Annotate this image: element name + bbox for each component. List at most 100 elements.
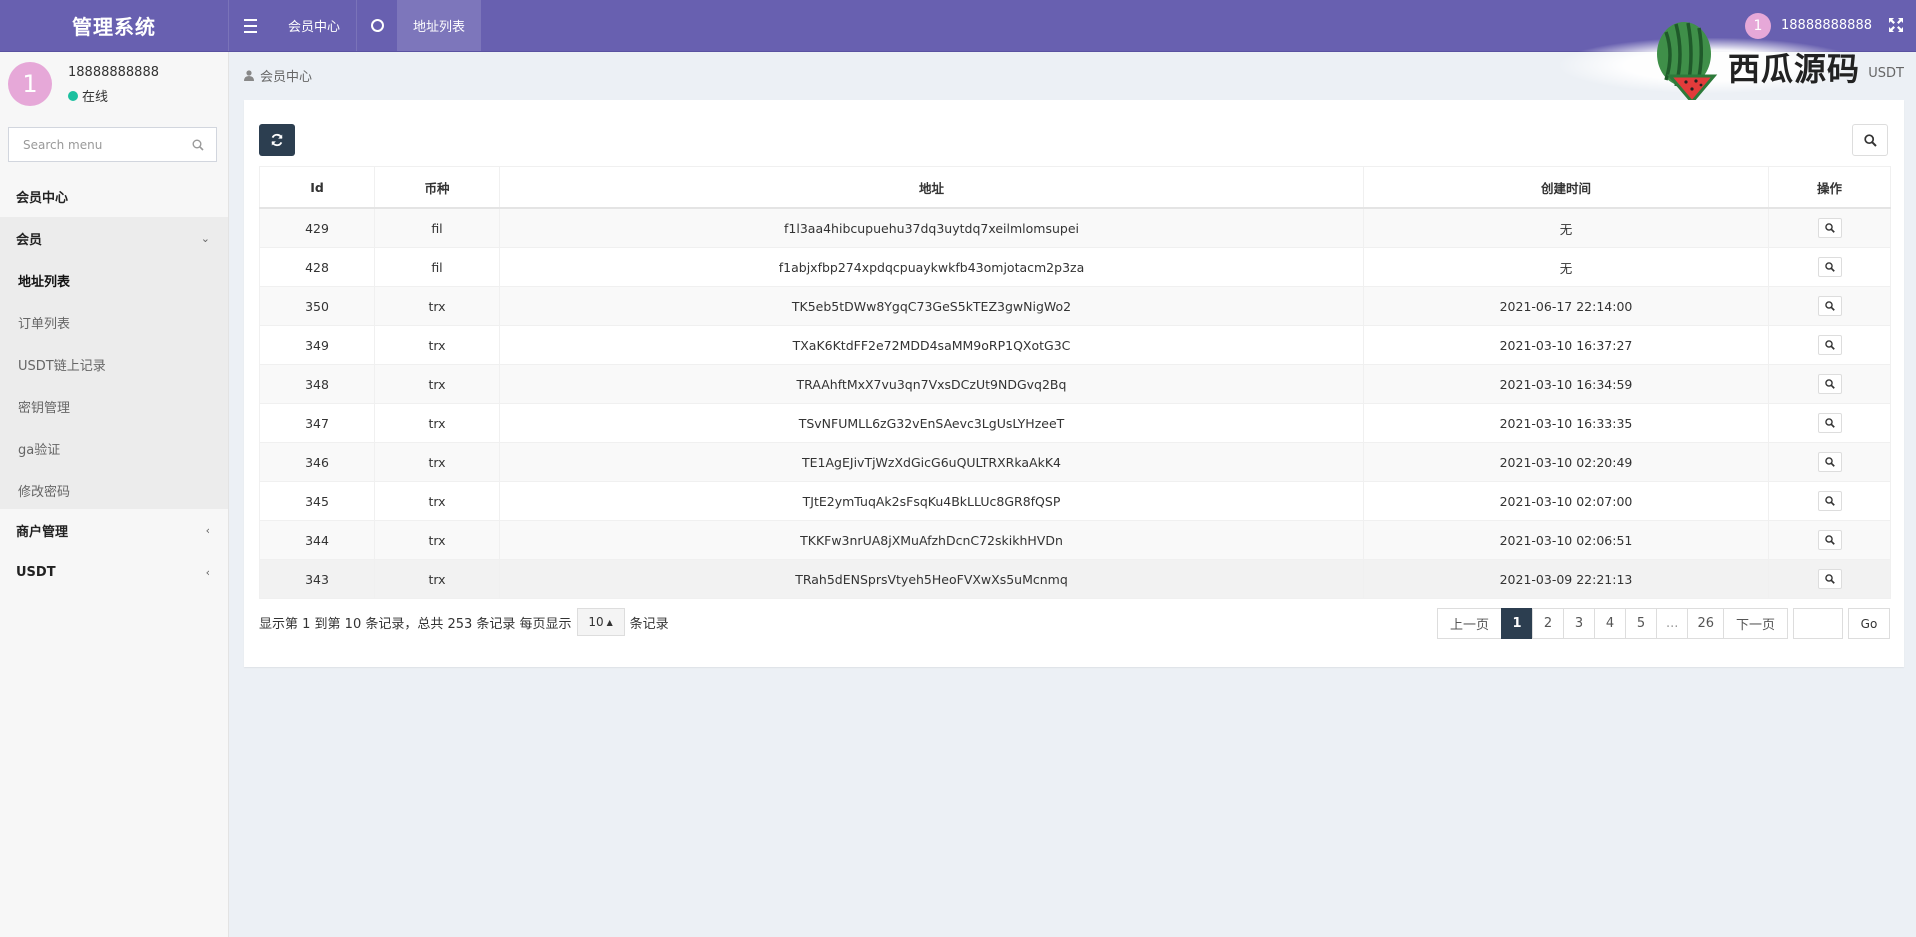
go-button[interactable]: Go xyxy=(1848,608,1890,639)
sidebar-item-address-list[interactable]: 地址列表 xyxy=(0,259,228,301)
cell-id: 343 xyxy=(259,559,375,599)
cell-created-time: 无 xyxy=(1363,247,1769,287)
sidebar-item-usdt-chain-records[interactable]: USDT链上记录 xyxy=(0,343,228,385)
view-button[interactable] xyxy=(1817,530,1842,550)
fullscreen-icon[interactable] xyxy=(1888,17,1904,33)
view-button[interactable] xyxy=(1817,218,1842,238)
cell-id: 348 xyxy=(259,364,375,404)
cell-actions xyxy=(1768,247,1891,287)
sidebar-item-member[interactable]: 会员 ⌄ xyxy=(0,217,228,259)
avatar: 1 xyxy=(8,62,52,106)
table-row: 349 trx TXaK6KtdFF2e72MDD4saMM9oRP1QXotG… xyxy=(259,325,1891,365)
sidebar-item-member-center[interactable]: 会员中心 xyxy=(0,175,228,217)
sidebar-item-usdt[interactable]: USDT ‹ xyxy=(0,551,228,593)
pagination: 上一页 1 2 3 4 5 ... 26 下一页 Go xyxy=(1437,608,1890,639)
cell-coin: trx xyxy=(374,403,500,443)
search-icon xyxy=(1824,418,1835,428)
cell-id: 429 xyxy=(259,207,375,248)
page-button-2[interactable]: 2 xyxy=(1532,608,1565,639)
refresh-tab-button[interactable] xyxy=(357,0,397,51)
page-size-value: 10 xyxy=(588,615,604,629)
page-button-5[interactable]: 5 xyxy=(1625,608,1658,639)
column-header-id[interactable]: Id xyxy=(259,166,375,209)
view-button[interactable] xyxy=(1817,374,1842,394)
table-header-row: Id 币种 地址 创建时间 操作 xyxy=(259,166,1891,209)
page-button-3[interactable]: 3 xyxy=(1563,608,1596,639)
breadcrumb-label[interactable]: 会员中心 xyxy=(260,66,312,85)
search-icon xyxy=(1824,262,1835,272)
cell-actions xyxy=(1768,442,1891,482)
page-jump-input[interactable] xyxy=(1793,608,1843,639)
cell-created-time: 无 xyxy=(1363,207,1769,248)
cell-id: 350 xyxy=(259,286,375,326)
column-header-coin[interactable]: 币种 xyxy=(374,166,500,209)
cell-created-time: 2021-03-09 22:21:13 xyxy=(1363,559,1769,599)
cell-address: TXaK6KtdFF2e72MDD4saMM9oRP1QXotG3C xyxy=(499,325,1364,365)
search-icon xyxy=(1824,379,1835,389)
sidebar-item-change-password[interactable]: 修改密码 xyxy=(0,469,228,511)
sidebar-item-label: 订单列表 xyxy=(18,316,71,332)
sidebar-item-ga-verify[interactable]: ga验证 xyxy=(0,427,228,469)
app-logo[interactable]: 管理系统 xyxy=(0,0,228,51)
sidebar-item-label: 地址列表 xyxy=(18,274,71,290)
table-row: 350 trx TK5eb5tDWw8YgqC73GeS5kTEZ3gwNigW… xyxy=(259,286,1891,326)
column-header-address[interactable]: 地址 xyxy=(499,166,1364,209)
sidebar-item-label: ga验证 xyxy=(18,442,61,458)
prev-page-button[interactable]: 上一页 xyxy=(1437,608,1503,639)
cell-created-time: 2021-03-10 16:37:27 xyxy=(1363,325,1769,365)
cell-address: f1abjxfbp274xpdqcpuaykwkfb43omjotacm2p3z… xyxy=(499,247,1364,287)
view-button[interactable] xyxy=(1817,335,1842,355)
tab-address-list[interactable]: 地址列表 xyxy=(397,0,481,51)
user-status: 在线 xyxy=(68,86,108,105)
cell-address: TJtE2ymTuqAk2sFsqKu4BkLLUc8GR8fQSP xyxy=(499,481,1364,521)
circle-icon xyxy=(370,19,384,32)
table-row: 348 trx TRAAhftMxX7vu3qn7VxsDCzUt9NDGvq2… xyxy=(259,364,1891,404)
online-status-icon xyxy=(68,90,78,101)
cell-id: 346 xyxy=(259,442,375,482)
pagination-info: 显示第 1 到第 10 条记录，总共 253 条记录 每页显示 10 ▲ 条记录 xyxy=(259,608,669,636)
cell-id: 345 xyxy=(259,481,375,521)
next-page-button[interactable]: 下一页 xyxy=(1722,608,1788,639)
view-button[interactable] xyxy=(1817,569,1842,589)
refresh-button[interactable] xyxy=(259,124,295,156)
sidebar-toggle-button[interactable] xyxy=(229,0,272,51)
table-row: 344 trx TKKFw3nrUA8jXMuAfzhDcnC72skikhHV… xyxy=(259,520,1891,560)
sidebar-item-label: 修改密码 xyxy=(18,484,71,500)
cell-coin: trx xyxy=(374,442,500,482)
chevron-left-icon: ‹ xyxy=(205,523,210,537)
status-label: 在线 xyxy=(82,90,109,105)
user-panel: 1 18888888888 在线 xyxy=(0,52,228,118)
cell-id: 344 xyxy=(259,520,375,560)
view-button[interactable] xyxy=(1817,413,1842,433)
table-row: 345 trx TJtE2ymTuqAk2sFsqKu4BkLLUc8GR8fQ… xyxy=(259,481,1891,521)
view-button[interactable] xyxy=(1817,452,1842,472)
user-icon xyxy=(244,70,254,81)
tab-member-center[interactable]: 会员中心 xyxy=(272,0,356,51)
sidebar-item-key-management[interactable]: 密钥管理 xyxy=(0,385,228,427)
watermark-text: 西瓜源码 xyxy=(1728,50,1861,88)
table-row: 343 trx TRah5dENSprsVtyeh5HeoFVXwXs5uMcn… xyxy=(259,559,1891,599)
cell-coin: trx xyxy=(374,364,500,404)
table-row: 429 fil f1l3aa4hibcupuehu37dq3uytdq7xeil… xyxy=(259,207,1891,248)
search-icon[interactable] xyxy=(192,139,204,151)
sidebar-item-order-list[interactable]: 订单列表 xyxy=(0,301,228,343)
view-button[interactable] xyxy=(1817,296,1842,316)
cell-created-time: 2021-06-17 22:14:00 xyxy=(1363,286,1769,326)
page-button-4[interactable]: 4 xyxy=(1594,608,1627,639)
cell-address: f1l3aa4hibcupuehu37dq3uytdq7xeilmlomsupe… xyxy=(499,207,1364,248)
table-row: 346 trx TE1AgEJivTjWzXdGicG6uQULTRXRkaAk… xyxy=(259,442,1891,482)
page-size-select[interactable]: 10 ▲ xyxy=(576,608,625,636)
caret-up-icon: ▲ xyxy=(606,617,613,627)
page-button-26[interactable]: 26 xyxy=(1687,608,1724,639)
column-header-created-time[interactable]: 创建时间 xyxy=(1363,166,1769,209)
view-button[interactable] xyxy=(1817,491,1842,511)
menu-search-input[interactable] xyxy=(21,136,185,153)
menu-search xyxy=(8,127,217,162)
page-button-1[interactable]: 1 xyxy=(1501,608,1534,639)
sidebar-item-merchant-management[interactable]: 商户管理 ‹ xyxy=(0,509,228,551)
cell-created-time: 2021-03-10 02:07:00 xyxy=(1363,481,1769,521)
table-row: 347 trx TSvNFUMLL6zG32vEnSAevc3LgUsLYHze… xyxy=(259,403,1891,443)
view-button[interactable] xyxy=(1817,257,1842,277)
chevron-down-icon: ⌄ xyxy=(200,231,210,245)
table-search-button[interactable] xyxy=(1852,124,1888,156)
